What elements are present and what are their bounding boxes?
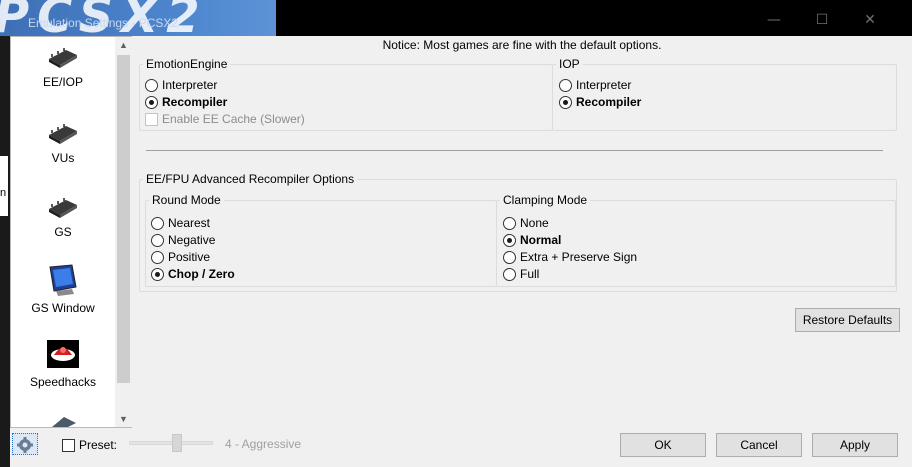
toggle-settings-icon[interactable]	[12, 433, 38, 455]
round-nearest-radio[interactable]: Nearest	[151, 215, 210, 231]
sidebar-item-ee-iop[interactable]: EE/IOP	[11, 45, 115, 89]
settings-category-list[interactable]: EE/IOP VUs GS GS Window Speedhacks ▲ ▼	[10, 36, 132, 428]
ee-interpreter-radio[interactable]: Interpreter	[145, 77, 217, 93]
group-title: IOP	[559, 57, 580, 71]
close-button[interactable]: ✕	[860, 10, 880, 30]
sidebar-item-label: Speedhacks	[29, 375, 97, 389]
group-title: EmotionEngine	[146, 57, 228, 71]
checkbox-label: Preset:	[79, 438, 118, 452]
apply-button[interactable]: Apply	[812, 433, 898, 457]
ok-button[interactable]: OK	[620, 433, 706, 457]
group-title: Round Mode	[152, 193, 221, 207]
chip-icon	[49, 48, 77, 68]
radio-label: Recompiler	[162, 95, 228, 109]
sidebar-item-gs[interactable]: GS	[11, 195, 115, 239]
notice-text: Notice: Most games are fine with the def…	[382, 38, 662, 52]
chip-icon	[49, 198, 77, 218]
iop-interpreter-radio[interactable]: Interpreter	[559, 77, 631, 93]
radio-circle	[151, 233, 164, 247]
checkbox-box	[62, 438, 75, 452]
chip-icon	[52, 417, 76, 427]
radio-circle	[559, 78, 572, 92]
radio-circle	[503, 250, 516, 264]
round-positive-radio[interactable]: Positive	[151, 249, 210, 265]
iop-recompiler-radio[interactable]: Recompiler	[559, 94, 641, 110]
background-window-text: n	[0, 156, 8, 216]
radio-label: Recompiler	[576, 95, 642, 109]
clamp-extra-preserve-sign-radio[interactable]: Extra + Preserve Sign	[503, 249, 637, 265]
preset-slider[interactable]	[129, 441, 213, 445]
ee-recompiler-radio[interactable]: Recompiler	[145, 94, 227, 110]
monitor-icon	[49, 264, 77, 296]
restore-defaults-button[interactable]: Restore Defaults	[795, 308, 900, 332]
radio-label: Chop / Zero	[168, 267, 235, 281]
clamp-full-radio[interactable]: Full	[503, 266, 539, 282]
radio-circle	[151, 216, 164, 230]
checkbox-box	[145, 112, 158, 126]
radio-label: Extra + Preserve Sign	[520, 250, 638, 264]
scroll-up-icon[interactable]: ▲	[115, 37, 132, 53]
radio-label: Nearest	[168, 216, 211, 230]
scroll-thumb[interactable]	[117, 55, 130, 383]
speedhacks-icon	[47, 340, 79, 368]
sidebar-item-label: VUs	[51, 151, 75, 165]
radio-circle	[145, 78, 158, 92]
sidebar-item-speedhacks[interactable]: Speedhacks	[11, 339, 115, 389]
ee-cache-checkbox[interactable]: Enable EE Cache (Slower)	[145, 111, 305, 127]
minimize-button[interactable]: —	[764, 10, 784, 30]
radio-circle	[503, 233, 516, 247]
sidebar-item-label: EE/IOP	[42, 75, 83, 89]
radio-circle	[503, 267, 516, 281]
sidebar-item-partial[interactable]	[11, 415, 115, 427]
preset-level-text: 4 - Aggressive	[225, 437, 302, 451]
sidebar-item-label: GS Window	[31, 301, 95, 315]
sidebar-item-vus[interactable]: VUs	[11, 121, 115, 165]
radio-circle	[151, 267, 164, 281]
clamp-none-radio[interactable]: None	[503, 215, 549, 231]
round-negative-radio[interactable]: Negative	[151, 232, 215, 248]
gear-icon	[17, 437, 33, 453]
chip-icon	[49, 124, 77, 144]
radio-circle	[145, 95, 158, 109]
group-title: Clamping Mode	[503, 193, 588, 207]
radio-label: Positive	[168, 250, 211, 264]
radio-label: Interpreter	[576, 78, 632, 92]
round-chop-zero-radio[interactable]: Chop / Zero	[151, 266, 235, 282]
clamp-normal-radio[interactable]: Normal	[503, 232, 561, 248]
preset-slider-thumb[interactable]	[172, 434, 182, 452]
background-window-edge: n	[0, 36, 10, 467]
radio-circle	[503, 216, 516, 230]
preset-checkbox[interactable]: Preset:	[62, 437, 117, 453]
cancel-button[interactable]: Cancel	[716, 433, 802, 457]
checkbox-label: Enable EE Cache (Slower)	[162, 112, 305, 126]
window-title: Emulation Settings - PCSX2	[28, 16, 179, 30]
maximize-button[interactable]: ☐	[812, 10, 832, 30]
sidebar-item-label: GS	[54, 225, 72, 239]
title-bar[interactable]: PCSX2 Emulation Settings - PCSX2 — ☐ ✕	[0, 0, 912, 44]
radio-label: Negative	[168, 233, 216, 247]
radio-label: None	[520, 216, 549, 230]
sidebar-scrollbar[interactable]: ▲ ▼	[115, 37, 132, 427]
radio-circle	[151, 250, 164, 264]
radio-circle	[559, 95, 572, 109]
radio-label: Interpreter	[162, 78, 218, 92]
divider	[146, 150, 883, 151]
radio-label: Full	[520, 267, 540, 281]
scroll-down-icon[interactable]: ▼	[115, 411, 132, 427]
radio-label: Normal	[520, 233, 562, 247]
sidebar-item-gs-window[interactable]: GS Window	[11, 263, 115, 315]
group-title: EE/FPU Advanced Recompiler Options	[146, 172, 355, 186]
